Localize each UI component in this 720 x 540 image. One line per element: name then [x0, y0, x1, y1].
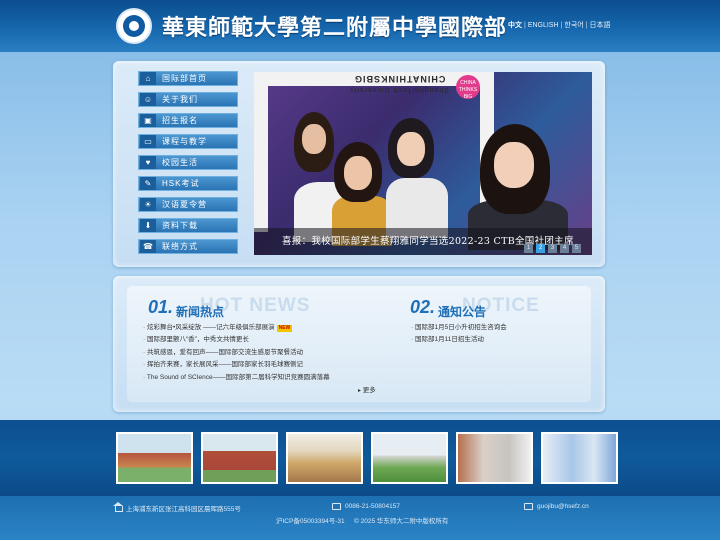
- footer-copyright: © 2025 华东师大二附中版权所有: [354, 518, 449, 525]
- pager-dot[interactable]: 4: [560, 244, 569, 253]
- gallery-thumbnail[interactable]: [371, 432, 448, 484]
- people-icon: ☺: [140, 93, 156, 106]
- notice-list: 国际部1月5日小升初招生咨询会 国际部1月11日招生活动: [411, 322, 507, 347]
- phone-icon: ☎: [140, 240, 156, 253]
- pager-dot[interactable]: 5: [572, 244, 581, 253]
- lang-korean[interactable]: 한국어: [564, 22, 583, 29]
- new-badge: NEW: [276, 325, 293, 332]
- footer-email[interactable]: guojibu@hsefz.cn: [537, 503, 589, 510]
- frame-text: CHINATHINKSBIG: [354, 74, 446, 84]
- download-icon: ⬇: [140, 219, 156, 232]
- news-title: 新闻热点: [176, 305, 225, 319]
- home-icon: ⌂: [140, 72, 156, 85]
- news-item[interactable]: The Sound of SCIence——国际部第二届科学知识竞赛圆满落幕: [143, 372, 330, 384]
- news-item[interactable]: 国际部里颤八“香”，中秀文共情更长: [143, 334, 330, 346]
- news-item[interactable]: 挥拍齐来赛，家长展风采——国际部家长羽毛球赛侧记: [143, 359, 330, 371]
- menu-item-downloads[interactable]: ⬇ 资料下载: [138, 218, 238, 233]
- lang-chinese[interactable]: 中文: [508, 22, 522, 29]
- heart-icon: ♥: [140, 156, 156, 169]
- banner-slideshow[interactable]: CHINATHINKSBIG ShanghaiTech University C…: [254, 72, 592, 255]
- form-icon: ▣: [140, 114, 156, 127]
- news-item[interactable]: 共筑感恩，爱有回声——国际部交流生感恩节聚餐活动: [143, 347, 330, 359]
- pager-dot-active[interactable]: 2: [536, 244, 545, 253]
- fax-icon: [332, 503, 341, 510]
- news-list: 炫彩舞台•风采绽放 ——记六年级俱乐部展演NEW 国际部里颤八“香”，中秀文共情…: [143, 322, 330, 384]
- mail-icon: [524, 503, 533, 510]
- menu-item-summer-camp[interactable]: ☀ 汉语夏令营: [138, 197, 238, 212]
- footer-phone: 0086-21-50804157: [345, 503, 400, 510]
- gallery-thumbnail[interactable]: [286, 432, 363, 484]
- menu-item-about[interactable]: ☺ 关于我们: [138, 92, 238, 107]
- notice-item[interactable]: 国际部1月5日小升初招生咨询会: [411, 322, 507, 334]
- pager-dot[interactable]: 1: [524, 244, 533, 253]
- site-header: 華東師範大學第二附屬中學國際部 中文 | ENGLISH | 한국어 | 日本語: [0, 0, 720, 52]
- notice-title: 通知公告: [438, 305, 487, 319]
- language-switcher: 中文 | ENGLISH | 한국어 | 日本語: [508, 22, 611, 29]
- menu-item-admission[interactable]: ▣ 招生报名: [138, 113, 238, 128]
- main-menu: ⌂ 国际部首页 ☺ 关于我们 ▣ 招生报名 ▭ 课程与教学 ♥ 校园生活 ✎ HSK考试 ☀…: [138, 71, 238, 260]
- gallery-thumbnail[interactable]: [116, 432, 193, 484]
- notice-number: 02.: [410, 297, 436, 317]
- notice-item[interactable]: 国际部1月11日招生活动: [411, 334, 507, 346]
- menu-item-home[interactable]: ⌂ 国际部首页: [138, 71, 238, 86]
- menu-item-curriculum[interactable]: ▭ 课程与教学: [138, 134, 238, 149]
- lang-japanese[interactable]: 日本語: [590, 22, 611, 29]
- edit-icon: ✎: [140, 177, 156, 190]
- school-logo[interactable]: [116, 8, 152, 44]
- footer-icp[interactable]: 沪ICP备05003394号-31: [276, 515, 345, 525]
- gallery-thumbnail[interactable]: [541, 432, 618, 484]
- gallery-thumbnail[interactable]: [456, 432, 533, 484]
- frame-subtext: ShanghaiTech University: [349, 86, 450, 93]
- pager-dot[interactable]: 3: [548, 244, 557, 253]
- menu-item-contact[interactable]: ☎ 联络方式: [138, 239, 238, 254]
- menu-item-hsk[interactable]: ✎ HSK考试: [138, 176, 238, 191]
- lang-english[interactable]: ENGLISH: [528, 22, 559, 29]
- chat-icon: ▭: [140, 135, 156, 148]
- news-more-link[interactable]: 更多: [358, 384, 376, 394]
- news-item[interactable]: 炫彩舞台•风采绽放 ——记六年级俱乐部展演NEW: [143, 322, 330, 334]
- gallery-thumbnail[interactable]: [201, 432, 278, 484]
- sun-icon: ☀: [140, 198, 156, 211]
- banner-pager: 1 2 3 4 5: [524, 244, 581, 253]
- footer-address: 上海浦东新区张江高科园区晨晖路555号: [126, 506, 241, 513]
- school-name: 華東師範大學第二附屬中學國際部: [162, 15, 508, 41]
- ctb-badge: CHINA THINKS BIG: [456, 75, 480, 100]
- news-number: 01.: [148, 297, 174, 317]
- menu-item-campus-life[interactable]: ♥ 校园生活: [138, 155, 238, 170]
- home-icon: [113, 502, 123, 512]
- site-footer: 上海浦东新区张江高科园区晨晖路555号 0086-21-50804157 guo…: [0, 496, 720, 540]
- photo-gallery: [0, 420, 720, 496]
